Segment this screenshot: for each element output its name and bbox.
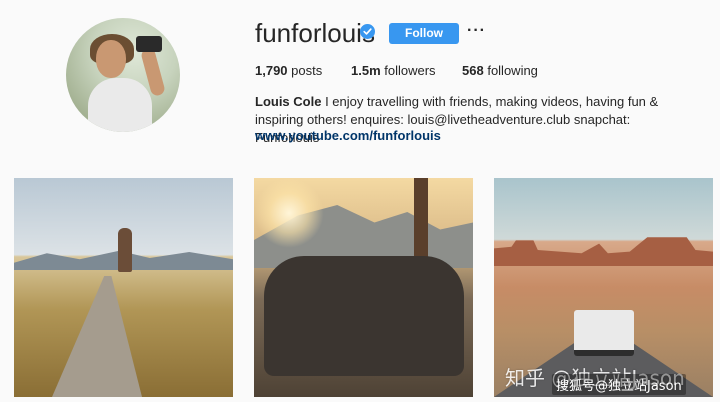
followers-count-value: 1.5m bbox=[351, 63, 381, 78]
more-options-button[interactable]: ··· bbox=[467, 22, 486, 40]
camera-icon bbox=[136, 36, 162, 52]
post-thumbnail[interactable] bbox=[254, 178, 473, 397]
post-bus bbox=[574, 310, 634, 356]
profile-avatar[interactable] bbox=[66, 18, 180, 132]
following-count-value: 568 bbox=[462, 63, 484, 78]
following-count-label: following bbox=[487, 63, 538, 78]
avatar-person-shirt bbox=[88, 78, 152, 132]
followers-count-label: followers bbox=[384, 63, 436, 78]
posts-count-value: 1,790 bbox=[255, 63, 288, 78]
followers-count[interactable]: 1.5m followers bbox=[351, 63, 436, 78]
follow-button[interactable]: Follow bbox=[389, 23, 459, 44]
post-boardwalk bbox=[52, 276, 142, 397]
post-group-people bbox=[264, 256, 464, 376]
post-person bbox=[118, 228, 132, 272]
verified-badge-icon bbox=[360, 24, 375, 39]
post-thumbnail[interactable] bbox=[14, 178, 233, 397]
following-count[interactable]: 568 following bbox=[462, 63, 538, 78]
watermark-sohu: 搜狐号@独立站Jason bbox=[552, 374, 686, 395]
post-mesas bbox=[494, 237, 713, 266]
avatar-person-face bbox=[96, 40, 126, 78]
post-sun-glare bbox=[254, 178, 324, 248]
posts-count-label: posts bbox=[291, 63, 323, 78]
bio-full-name: Louis Cole bbox=[255, 94, 322, 109]
posts-count: 1,790 posts bbox=[255, 63, 322, 78]
bio-website-link[interactable]: www.youtube.com/funforlouis bbox=[255, 128, 441, 143]
profile-username: funforlouis bbox=[255, 18, 375, 48]
